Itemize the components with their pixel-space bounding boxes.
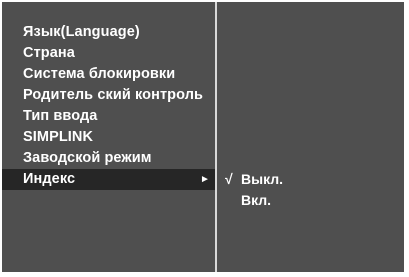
menu-item-factory-mode[interactable]: Заводской режим bbox=[2, 148, 215, 169]
submenu-panel: √ Выкл. Вкл. bbox=[217, 2, 404, 272]
arrow-right-icon: ► bbox=[200, 174, 210, 185]
menu-item-parental-control[interactable]: Родитель ский контроль bbox=[2, 85, 215, 106]
menu-item-label: Родитель ский контроль bbox=[23, 87, 204, 103]
menu-item-label: Тип ввода bbox=[23, 108, 98, 124]
menu-item-label: Индекс bbox=[23, 171, 76, 187]
menu-item-lock-system[interactable]: Система блокировки bbox=[2, 64, 215, 85]
menu-item-country[interactable]: Страна bbox=[2, 43, 215, 64]
menu-item-label: Система блокировки bbox=[23, 66, 176, 82]
option-label: Вкл. bbox=[241, 192, 272, 208]
main-menu-list: Язык(Language) Страна Система блокировки… bbox=[2, 22, 215, 190]
submenu-options: √ Выкл. Вкл. bbox=[217, 169, 404, 211]
option-on[interactable]: Вкл. bbox=[217, 190, 404, 211]
option-label: Выкл. bbox=[241, 171, 284, 187]
osd-screen: Язык(Language) Страна Система блокировки… bbox=[2, 2, 404, 272]
menu-item-simplink[interactable]: SIMPLINK bbox=[2, 127, 215, 148]
option-off[interactable]: √ Выкл. bbox=[217, 169, 404, 190]
menu-item-label: Страна bbox=[23, 45, 75, 61]
main-menu-panel: Язык(Language) Страна Система блокировки… bbox=[2, 2, 217, 272]
menu-item-index[interactable]: Индекс ► bbox=[2, 169, 215, 190]
menu-item-label: Язык(Language) bbox=[23, 24, 140, 40]
checkmark-icon: √ bbox=[225, 171, 233, 187]
menu-item-label: SIMPLINK bbox=[23, 129, 94, 145]
menu-item-label: Заводской режим bbox=[23, 150, 152, 166]
menu-item-input-type[interactable]: Тип ввода bbox=[2, 106, 215, 127]
menu-item-language[interactable]: Язык(Language) bbox=[2, 22, 215, 43]
